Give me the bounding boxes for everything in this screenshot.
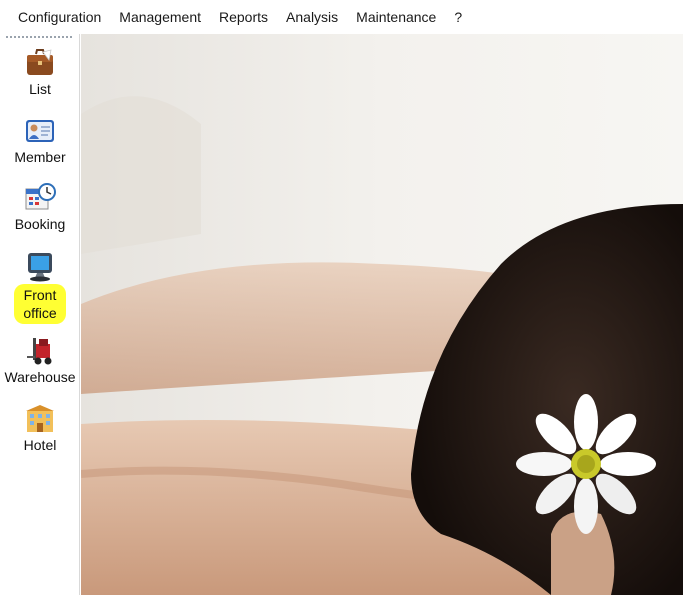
menu-configuration[interactable]: Configuration — [0, 0, 110, 34]
calendar-clock-icon — [25, 183, 56, 210]
sidebar-item-label: Booking — [14, 216, 66, 232]
menu-analysis[interactable]: Analysis — [277, 0, 347, 34]
background-photo — [81, 34, 683, 595]
sidebar-item-label: Warehouse — [4, 369, 76, 385]
briefcase-icon — [27, 49, 53, 75]
hotel-building-icon — [26, 405, 54, 432]
sidebar-item-list[interactable]: List — [0, 46, 80, 108]
sidebar: List Member Booking Front office Warehou… — [0, 34, 80, 595]
menu-maintenance[interactable]: Maintenance — [347, 0, 445, 34]
sidebar-item-label: Member — [14, 149, 66, 165]
sidebar-item-label: List — [29, 81, 51, 97]
sidebar-item-label: Hotel — [23, 437, 57, 453]
toolbar-grip[interactable] — [6, 36, 72, 40]
sidebar-item-hotel[interactable]: Hotel — [0, 402, 80, 464]
sidebar-item-label: Front office — [14, 284, 66, 324]
menu-bar: Configuration Management Reports Analysi… — [0, 0, 683, 34]
sidebar-item-member[interactable]: Member — [0, 114, 80, 176]
sidebar-item-front-office[interactable]: Front office — [0, 250, 80, 330]
sidebar-item-warehouse[interactable]: Warehouse — [0, 334, 80, 396]
sidebar-item-booking[interactable]: Booking — [0, 181, 80, 243]
menu-help[interactable]: ? — [445, 0, 471, 34]
forklift-icon — [27, 338, 52, 365]
member-card-icon — [26, 120, 54, 142]
menu-management[interactable]: Management — [110, 0, 210, 34]
monitor-icon — [28, 253, 52, 282]
spa-woman-photo — [81, 34, 683, 595]
menu-reports[interactable]: Reports — [210, 0, 277, 34]
